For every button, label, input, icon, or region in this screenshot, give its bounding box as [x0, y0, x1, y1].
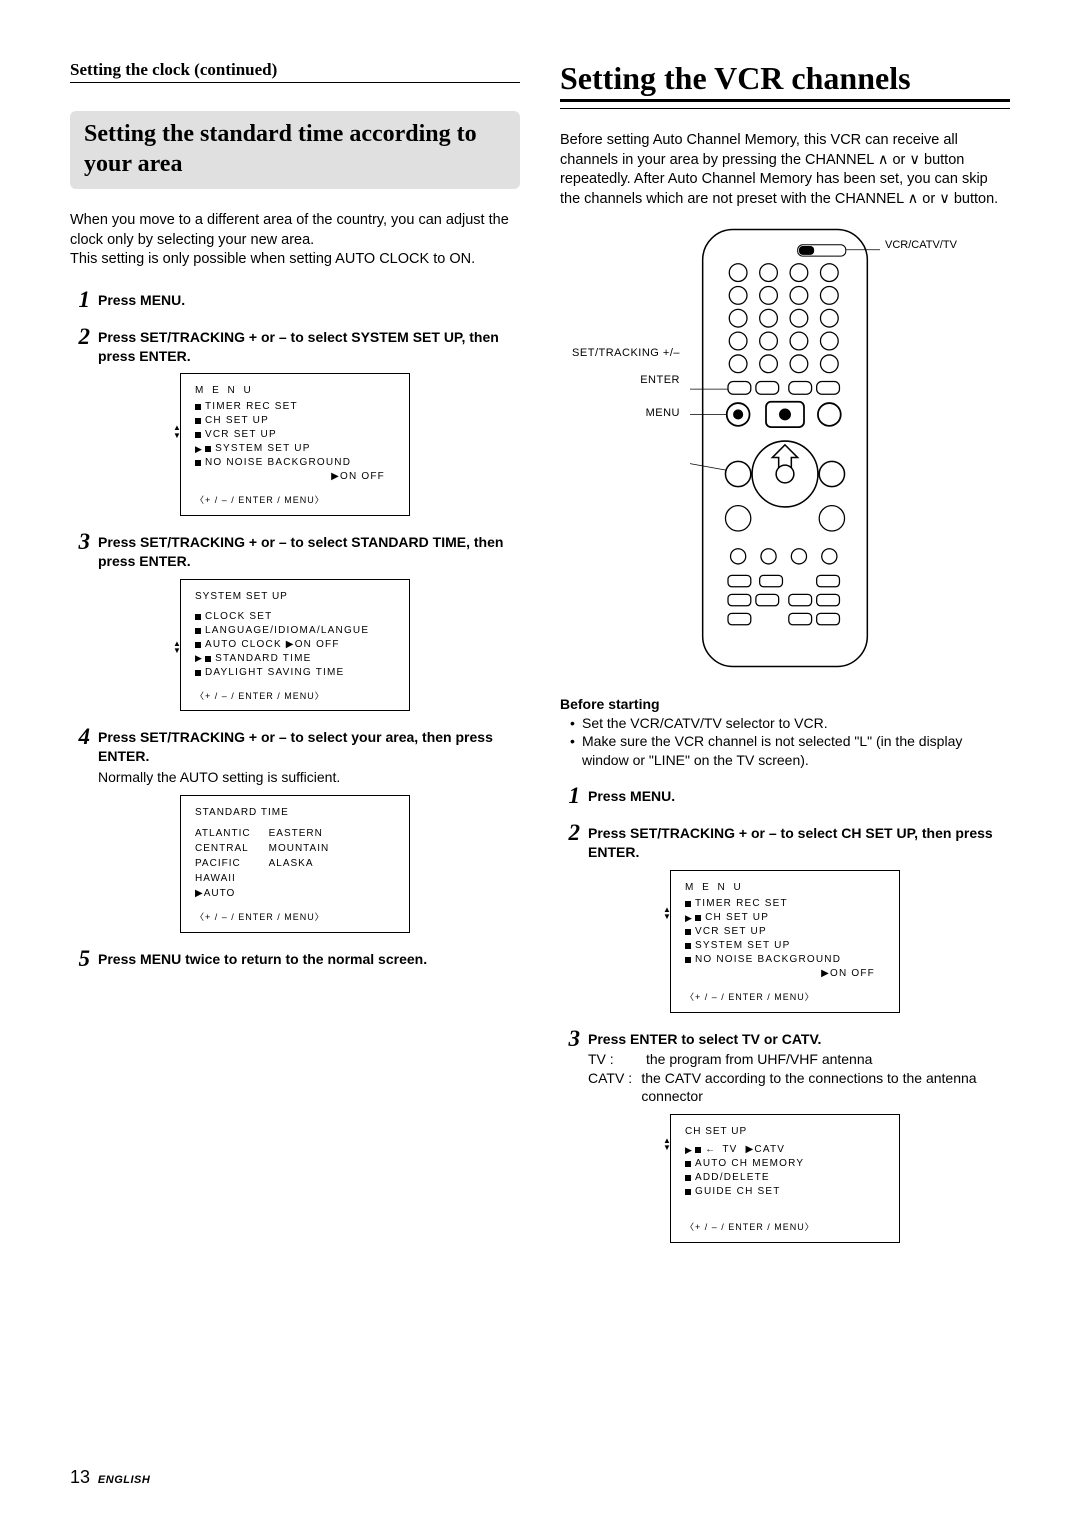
label-menu: MENU: [570, 407, 680, 419]
section-banner-left: Setting the standard time according to y…: [70, 111, 520, 189]
tz-option: HAWAII: [195, 871, 251, 886]
continued-heading: Setting the clock (continued): [70, 60, 520, 80]
step-number: 4: [70, 725, 90, 748]
osd-title: STANDARD TIME: [195, 806, 395, 820]
step-2-text: Press SET/TRACKING + or – to select SYST…: [98, 329, 499, 364]
tz-option: MOUNTAIN: [269, 841, 330, 856]
catv-label: CATV :: [588, 1069, 641, 1107]
osd-ch-setup: ▲▼ CH SET UP ▶←TV ▶CATV AUTO CH MEMORY A…: [670, 1114, 900, 1243]
osd-item: ADD/DELETE: [695, 1171, 770, 1185]
catv-text: the CATV according to the connections to…: [641, 1069, 1010, 1107]
step-1: 1 Press MENU.: [70, 288, 520, 311]
step-4: 4 Press SET/TRACKING + or – to select yo…: [70, 725, 520, 787]
r-step-2: 2 Press SET/TRACKING + or – to select CH…: [560, 821, 1010, 862]
catv-row: CATV : the CATV according to the connect…: [588, 1069, 1010, 1107]
step-number: 1: [560, 784, 580, 807]
osd-item: TIMER REC SET: [695, 897, 788, 911]
tz-option: EASTERN: [269, 826, 330, 841]
tz-option: PACIFIC: [195, 856, 251, 871]
osd-menu-right: ▲▼ M E N U TIMER REC SET ▶CH SET UP VCR …: [670, 870, 900, 1013]
footer-language: ENGLISH: [98, 1474, 150, 1486]
step-number: 3: [560, 1027, 580, 1050]
rule: [70, 82, 520, 83]
osd-title: CH SET UP: [685, 1125, 885, 1139]
tz-option: ALASKA: [269, 856, 330, 871]
tz-option: ▶AUTO: [195, 886, 251, 901]
osd-item: AUTO CLOCK ▶ON OFF: [205, 638, 340, 652]
tz-option: ATLANTIC: [195, 826, 251, 841]
osd-menu-1: ▲▼ M E N U TIMER REC SET CH SET UP VCR S…: [180, 373, 410, 516]
r-step-1-text: Press MENU.: [588, 788, 675, 804]
osd-item: NO NOISE BACKGROUND: [205, 456, 351, 470]
osd-item: SYSTEM SET UP: [695, 939, 790, 953]
remote-diagram: [690, 227, 880, 670]
before-starting-head: Before starting: [560, 696, 1010, 712]
label-vcrcatv: VCR/CATV/TV: [885, 239, 980, 251]
tz-option: CENTRAL: [195, 841, 251, 856]
osd-item: VCR SET UP: [695, 925, 767, 939]
osd-item: CH SET UP: [205, 414, 269, 428]
step-2: 2 Press SET/TRACKING + or – to select SY…: [70, 325, 520, 366]
label-settracking: SET/TRACKING +/–: [570, 347, 680, 360]
tv-text: the program from UHF/VHF antenna: [646, 1050, 872, 1069]
thick-rule: [560, 99, 1010, 102]
page-footer: 13 ENGLISH: [70, 1467, 150, 1488]
intro-line-2: This setting is only possible when setti…: [70, 251, 475, 267]
intro-line-1: When you move to a different area of the…: [70, 212, 509, 248]
step-number: 2: [560, 821, 580, 844]
r-step-3: 3 Press ENTER to select TV or CATV.: [560, 1027, 1010, 1050]
osd-option: ▶ON OFF: [331, 470, 385, 484]
step-3-text: Press SET/TRACKING + or – to select STAN…: [98, 534, 503, 569]
osd-item: NO NOISE BACKGROUND: [695, 953, 841, 967]
osd-hint: 〈+ / – / ENTER / MENU〉: [685, 1221, 885, 1234]
step-number: 1: [70, 288, 90, 311]
osd-hint: 〈+ / – / ENTER / MENU〉: [195, 494, 395, 507]
osd-title: M E N U: [685, 881, 885, 895]
osd-item: SYSTEM SET UP: [215, 442, 310, 456]
r-step-2-text: Press SET/TRACKING + or – to select CH S…: [588, 825, 993, 860]
right-intro: Before setting Auto Channel Memory, this…: [560, 131, 1010, 209]
step-number: 5: [70, 947, 90, 970]
step-4-note: Normally the AUTO setting is sufficient.: [98, 768, 520, 787]
osd-item: CH SET UP: [705, 911, 769, 925]
osd-option: ▶ON OFF: [821, 967, 875, 981]
osd-hint: 〈+ / – / ENTER / MENU〉: [195, 911, 395, 924]
osd-item: STANDARD TIME: [215, 652, 311, 666]
step-5: 5 Press MENU twice to return to the norm…: [70, 947, 520, 970]
step-3: 3 Press SET/TRACKING + or – to select ST…: [70, 530, 520, 571]
intro-text: When you move to a different area of the…: [70, 211, 520, 270]
osd-hint: 〈+ / – / ENTER / MENU〉: [195, 690, 395, 703]
step-5-text: Press MENU twice to return to the normal…: [98, 951, 427, 967]
osd-hint: 〈+ / – / ENTER / MENU〉: [685, 991, 885, 1004]
step-4-text: Press SET/TRACKING + or – to select your…: [98, 729, 493, 764]
before-item-2: Make sure the VCR channel is not selecte…: [574, 732, 1010, 770]
osd-item: CLOCK SET: [205, 610, 272, 624]
osd-item: VCR SET UP: [205, 428, 277, 442]
osd-item: TV: [722, 1143, 737, 1157]
osd-item: AUTO CH MEMORY: [695, 1157, 804, 1171]
before-item-1: Set the VCR/CATV/TV selector to VCR.: [574, 714, 1010, 733]
osd-title: M E N U: [195, 384, 395, 398]
osd-standard-time: STANDARD TIME ATLANTIC CENTRAL PACIFIC H…: [180, 795, 410, 933]
before-starting-list: Set the VCR/CATV/TV selector to VCR. Mak…: [560, 714, 1010, 771]
osd-title: SYSTEM SET UP: [195, 590, 395, 604]
page-number: 13: [70, 1467, 90, 1487]
tv-row: TV : the program from UHF/VHF antenna: [588, 1050, 1010, 1069]
osd-system-setup: ▲▼ SYSTEM SET UP CLOCK SET LANGUAGE/IDIO…: [180, 579, 410, 712]
osd-item: TIMER REC SET: [205, 400, 298, 414]
section-title-right: Setting the VCR channels: [560, 60, 1010, 97]
label-enter: ENTER: [570, 374, 680, 386]
tv-label: TV :: [588, 1050, 646, 1069]
thin-rule: [560, 108, 1010, 109]
osd-item: GUIDE CH SET: [695, 1185, 781, 1199]
r-step-3-text: Press ENTER to select TV or CATV.: [588, 1031, 821, 1047]
step-number: 2: [70, 325, 90, 348]
osd-item: ▶CATV: [746, 1143, 786, 1157]
step-number: 3: [70, 530, 90, 553]
r-step-1: 1 Press MENU.: [560, 784, 1010, 807]
step-1-text: Press MENU.: [98, 292, 185, 308]
osd-item: DAYLIGHT SAVING TIME: [205, 666, 344, 680]
osd-item: LANGUAGE/IDIOMA/LANGUE: [205, 624, 369, 638]
